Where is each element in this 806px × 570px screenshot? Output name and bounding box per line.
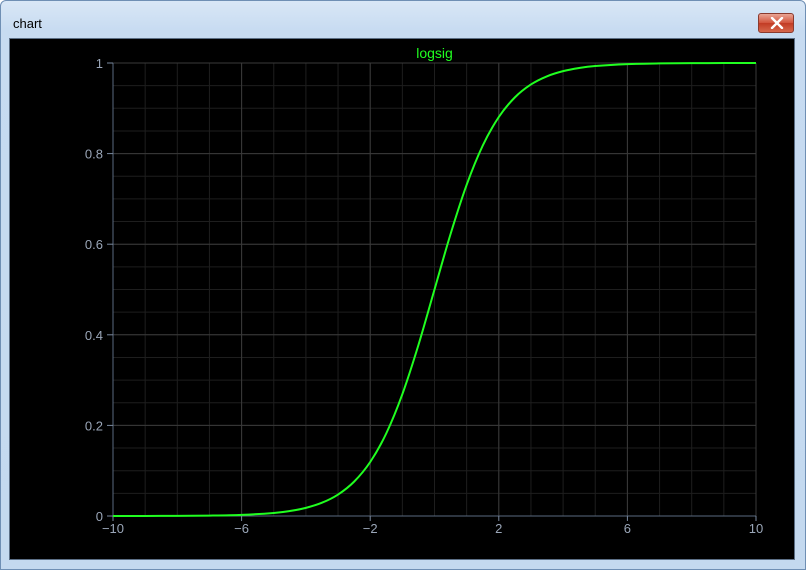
x-tick-label: 2 xyxy=(495,521,502,536)
x-tick-label: −6 xyxy=(234,521,249,536)
axes xyxy=(107,62,757,521)
chart-area: −10 −6 −2 2 6 10 0 0.2 0.4 0.6 0.8 1 logsig xyxy=(9,38,795,560)
chart-title: logsig xyxy=(416,45,453,61)
x-tick-labels: −10 −6 −2 2 6 10 xyxy=(102,521,763,536)
x-tick-label: 6 xyxy=(624,521,631,536)
logsig-chart: −10 −6 −2 2 6 10 0 0.2 0.4 0.6 0.8 1 logsig xyxy=(85,45,763,536)
close-icon xyxy=(770,17,784,29)
y-tick-label: 0.4 xyxy=(85,328,103,343)
chart-window: chart −10 −6 −2 2 6 10 0 0.2 0.4 0.6 0.8 1 logsig xyxy=(0,0,806,570)
y-tick-label: 0.2 xyxy=(85,418,103,433)
x-tick-label: 10 xyxy=(749,521,763,536)
y-tick-label: 0 xyxy=(96,509,103,524)
y-tick-label: 0.8 xyxy=(85,147,103,162)
close-button[interactable] xyxy=(758,13,794,33)
x-tick-label: −10 xyxy=(102,521,124,536)
y-tick-label: 0.6 xyxy=(85,237,103,252)
y-tick-label: 1 xyxy=(96,56,103,71)
window-title: chart xyxy=(13,16,42,31)
x-tick-label: −2 xyxy=(363,521,378,536)
y-tick-labels: 0 0.2 0.4 0.6 0.8 1 xyxy=(85,56,103,524)
title-bar[interactable]: chart xyxy=(1,1,805,37)
